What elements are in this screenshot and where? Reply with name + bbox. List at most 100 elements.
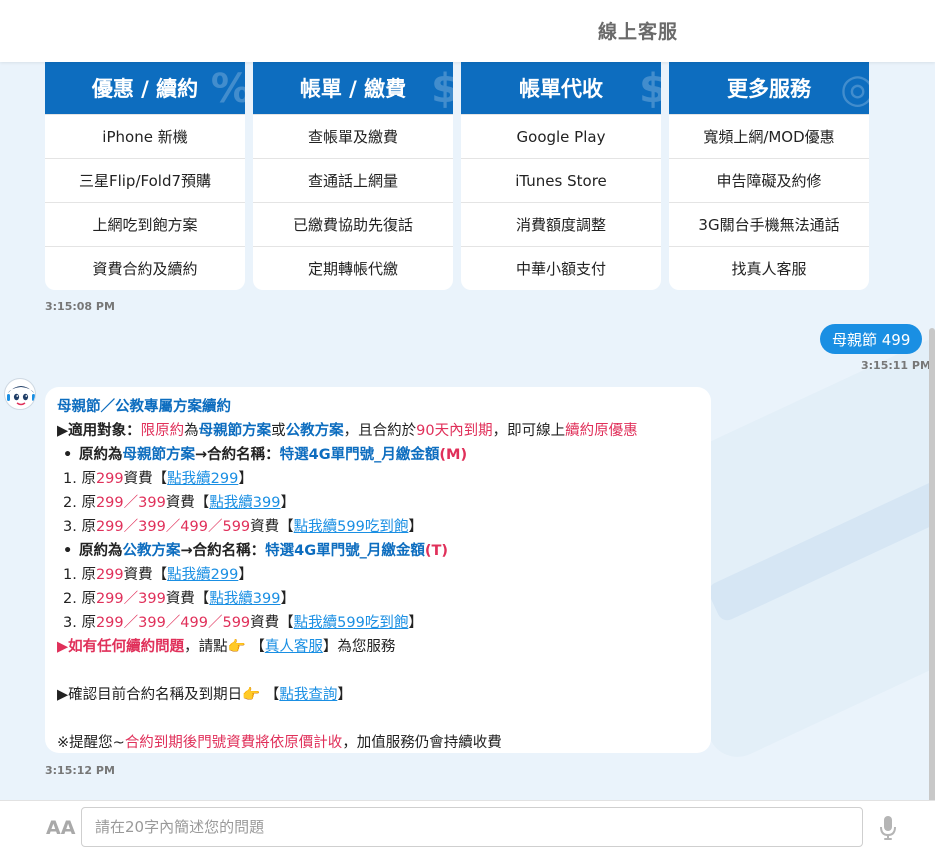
text: ，即可線上: [492, 423, 566, 439]
menu-item[interactable]: 查帳單及繳費: [253, 114, 453, 158]
text: 資費【: [165, 591, 210, 607]
text: 公教方案: [285, 423, 344, 439]
menu-header-label: 優惠 / 續約: [91, 77, 199, 101]
menu-item[interactable]: 資費合約及續約: [45, 246, 245, 290]
text: ，且合約於: [343, 423, 417, 439]
text: ，加值服務仍會持續收費: [342, 735, 502, 751]
list-item: 2. 原299／399資費【點我續399】: [57, 587, 699, 611]
menu-header: 帳單 / 繳費 $: [253, 62, 453, 114]
text: 資費【: [123, 567, 168, 583]
menu-item[interactable]: iTunes Store: [461, 158, 661, 202]
menu-item[interactable]: 寬頻上網/MOD優惠: [669, 114, 869, 158]
menu-header-label: 帳單代收: [519, 77, 603, 101]
text: ▶適用對象：: [57, 423, 141, 439]
text: 資費【: [250, 519, 294, 535]
text: 】: [238, 471, 253, 487]
renew-599-link[interactable]: 點我續599吃到飽: [294, 519, 409, 535]
text: 】: [337, 687, 352, 703]
text: 299／399／499／599: [95, 615, 251, 631]
bot-message: 母親節／公教專屬方案續約 ▶適用對象：限原約為母親節方案或公教方案，且合約於90…: [45, 387, 711, 753]
menu-item[interactable]: 上網吃到飽方案: [45, 202, 245, 246]
text: 2. 原: [63, 495, 96, 511]
query-link[interactable]: 點我查詢: [279, 687, 337, 703]
text: 299／399／499／599: [95, 519, 251, 535]
text: 】: [408, 519, 423, 535]
text: 或: [271, 423, 286, 439]
page-title: 線上客服: [598, 21, 679, 43]
text: 】: [238, 567, 253, 583]
menu-item[interactable]: 申告障礙及約修: [669, 158, 869, 202]
microphone-icon[interactable]: [878, 815, 898, 841]
text: (T): [424, 543, 449, 559]
text: 續約原優惠: [565, 423, 638, 439]
text: 】為您服務: [322, 639, 396, 655]
dollar-icon: $: [431, 66, 453, 112]
scrollbar[interactable]: [929, 328, 935, 800]
text: 資費【: [250, 615, 294, 631]
menu-item[interactable]: 中華小額支付: [461, 246, 661, 290]
menu-header: 優惠 / 續約 %: [45, 62, 245, 114]
font-size-button[interactable]: AA: [46, 817, 75, 839]
renew-299-link[interactable]: 點我續299: [167, 471, 238, 487]
menu-item[interactable]: 3G關台手機無法通話: [669, 202, 869, 246]
menu-item[interactable]: 查通話上網量: [253, 158, 453, 202]
text: 資費【: [123, 471, 168, 487]
text: ▶確認目前合約名稱及到期日: [57, 687, 243, 703]
header: 線上客服: [0, 0, 935, 62]
text: 母親節方案: [198, 423, 272, 439]
renew-399-link[interactable]: 點我續399: [209, 495, 280, 511]
menu-column-offers: 優惠 / 續約 % iPhone 新機 三星Flip/Fold7預購 上網吃到飽…: [45, 62, 245, 290]
text: 公教方案: [122, 543, 181, 559]
text: 合約到期後門號資費將依原價計收: [124, 735, 343, 751]
renew-399-link[interactable]: 點我續399: [209, 591, 280, 607]
message-input[interactable]: [81, 807, 863, 847]
list-item: 1. 原299資費【點我續299】: [57, 563, 699, 587]
timestamp: 3:15:11 PM: [861, 359, 931, 372]
text: 299／399: [95, 495, 166, 511]
text: →合約名稱：: [195, 447, 280, 463]
text: 特選4G單門號_月繳金額: [279, 447, 440, 463]
text: 1. 原: [63, 471, 96, 487]
menu-header-label: 帳單 / 繳費: [299, 77, 407, 101]
text: ※提醒您~: [57, 735, 125, 751]
text: 原約為: [79, 447, 123, 463]
section-mothers-day: 原約為母親節方案→合約名稱：特選4G單門號_月繳金額(M): [57, 443, 699, 467]
live-agent-link[interactable]: 真人客服: [265, 639, 323, 655]
menu-item[interactable]: Google Play: [461, 114, 661, 158]
text: 原約為: [79, 543, 123, 559]
bot-message-title: 母親節／公教專屬方案續約: [57, 399, 231, 415]
help-line: ▶如有任何續約問題，請點👉 【真人客服】為您服務: [57, 635, 699, 659]
text: 90天內到期: [416, 423, 493, 439]
menu-item[interactable]: 找真人客服: [669, 246, 869, 290]
bot-avatar-icon: [7, 383, 35, 409]
text: 】: [280, 495, 296, 511]
renew-299-link[interactable]: 點我續299: [167, 567, 238, 583]
pointing-hand-icon: 👉: [242, 687, 261, 703]
menu-column-collection: 帳單代收 $ Google Play iTunes Store 消費額度調整 中…: [461, 62, 661, 290]
menu-item[interactable]: 三星Flip/Fold7預購: [45, 158, 245, 202]
menu-item[interactable]: 消費額度調整: [461, 202, 661, 246]
input-bar: AA: [0, 800, 935, 856]
text: 299: [95, 471, 124, 487]
section-civil-servant: 原約為公教方案→合約名稱：特選4G單門號_月繳金額(T): [57, 539, 699, 563]
menu-item[interactable]: 已繳費協助先復話: [253, 202, 453, 246]
percent-icon: %: [211, 66, 245, 112]
text: →合約名稱：: [180, 543, 266, 559]
chat-area[interactable]: 優惠 / 續約 % iPhone 新機 三星Flip/Fold7預購 上網吃到飽…: [0, 62, 935, 800]
menu-column-more: 更多服務 ◎ 寬頻上網/MOD優惠 申告障礙及約修 3G關台手機無法通話 找真人…: [669, 62, 869, 290]
text: 限原約: [140, 423, 185, 439]
list-item: 3. 原299／399／499／599資費【點我續599吃到飽】: [57, 611, 699, 635]
text: 母親節方案: [122, 447, 196, 463]
list-item: 3. 原299／399／499／599資費【點我續599吃到飽】: [57, 515, 699, 539]
pointing-hand-icon: 👉: [227, 639, 246, 655]
menu-item[interactable]: 定期轉帳代繳: [253, 246, 453, 290]
reminder-line: ※提醒您~合約到期後門號資費將依原價計收，加值服務仍會持續收費: [57, 731, 699, 755]
text: 為: [184, 423, 199, 439]
renew-599-link[interactable]: 點我續599吃到飽: [294, 615, 409, 631]
bot-avatar: [4, 378, 36, 410]
menu-item[interactable]: iPhone 新機: [45, 114, 245, 158]
headset-icon: ◎: [840, 66, 869, 112]
text: 3. 原: [63, 615, 96, 631]
